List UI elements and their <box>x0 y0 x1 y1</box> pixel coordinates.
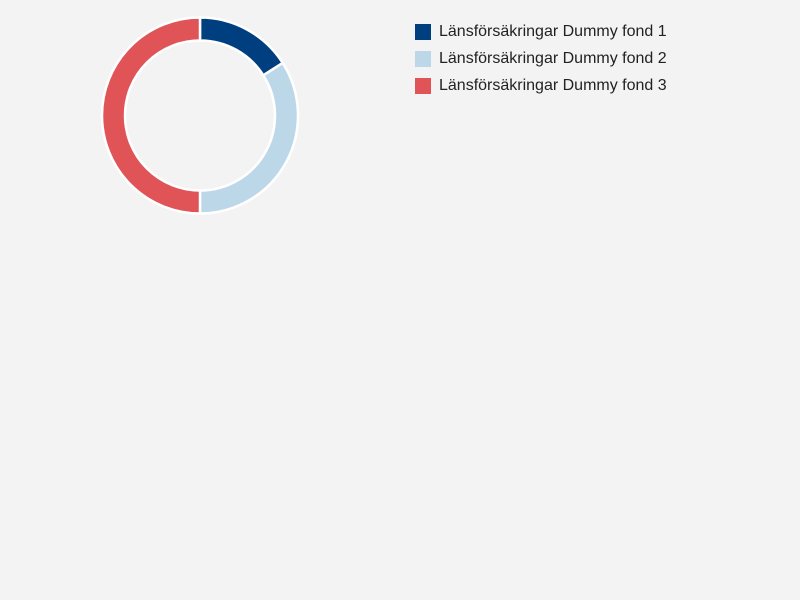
donut-chart: Länsförsäkringar Dummy fond 1 Länsförsäk… <box>0 0 800 600</box>
legend-label-fond-3: Länsförsäkringar Dummy fond 3 <box>439 76 667 94</box>
legend-item-fond-2[interactable]: Länsförsäkringar Dummy fond 2 <box>415 45 667 72</box>
legend-item-fond-1[interactable]: Länsförsäkringar Dummy fond 1 <box>415 18 667 45</box>
legend-swatch-fond-1 <box>415 23 431 40</box>
legend-swatch-fond-2 <box>415 50 431 67</box>
legend-item-fond-3[interactable]: Länsförsäkringar Dummy fond 3 <box>415 72 667 99</box>
legend-label-fond-1: Länsförsäkringar Dummy fond 1 <box>439 22 667 40</box>
chart-legend: Länsförsäkringar Dummy fond 1 Länsförsäk… <box>415 18 667 99</box>
donut-slices <box>100 16 300 215</box>
donut-slice-fond-3[interactable] <box>100 16 202 215</box>
donut-chart-plot <box>100 16 300 215</box>
legend-swatch-fond-3 <box>415 77 431 94</box>
legend-label-fond-2: Länsförsäkringar Dummy fond 2 <box>439 49 667 67</box>
donut-slice-fond-2[interactable] <box>198 61 300 215</box>
donut-slice-fond-1[interactable] <box>198 16 284 77</box>
